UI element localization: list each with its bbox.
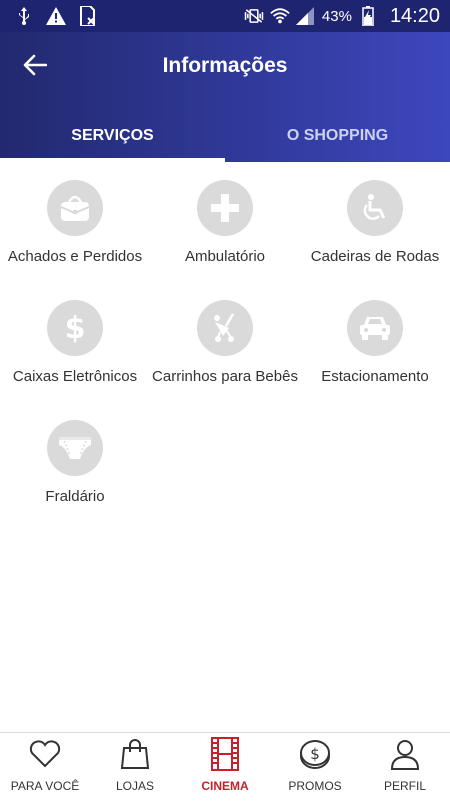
no-sim-icon bbox=[78, 6, 98, 26]
coin-icon: $ bbox=[298, 737, 332, 771]
service-label: Caixas Eletrônicos bbox=[12, 368, 138, 385]
car-icon bbox=[347, 300, 403, 356]
wifi-icon bbox=[270, 6, 290, 26]
active-tab-indicator bbox=[0, 158, 225, 162]
nav-label: LOJAS bbox=[115, 779, 154, 793]
service-label: Estacionamento bbox=[321, 368, 429, 385]
service-cadeiras-de-rodas[interactable]: Cadeiras de Rodas bbox=[300, 180, 450, 265]
service-label: Carrinhos para Bebês bbox=[152, 368, 298, 385]
service-label: Fraldário bbox=[45, 488, 105, 505]
battery-charging-icon bbox=[358, 6, 378, 26]
wheelchair-icon bbox=[347, 180, 403, 236]
usb-icon bbox=[14, 6, 34, 26]
nav-perfil[interactable]: PERFIL bbox=[360, 733, 450, 801]
nav-para-voce[interactable]: PARA VOCÊ bbox=[0, 733, 90, 801]
nav-label: PARA VOCÊ bbox=[10, 779, 80, 793]
tab-servicos[interactable]: SERVIÇOS bbox=[0, 110, 225, 162]
service-fraldario[interactable]: Fraldário bbox=[0, 420, 150, 505]
svg-text:$: $ bbox=[310, 745, 320, 763]
stroller-icon bbox=[197, 300, 253, 356]
service-estacionamento[interactable]: Estacionamento bbox=[300, 300, 450, 385]
nav-cinema[interactable]: CINEMA bbox=[180, 733, 270, 801]
status-bar: 43% 14:20 bbox=[0, 0, 450, 32]
nav-lojas[interactable]: LOJAS bbox=[90, 733, 180, 801]
tab-o-shopping[interactable]: O SHOPPING bbox=[225, 110, 450, 162]
tab-bar: SERVIÇOS O SHOPPING bbox=[0, 110, 450, 162]
bag-icon bbox=[47, 180, 103, 236]
plus-icon bbox=[197, 180, 253, 236]
warning-icon bbox=[46, 6, 66, 26]
service-label: Ambulatório bbox=[184, 248, 266, 265]
nav-label: CINEMA bbox=[201, 779, 249, 793]
page-title: Informações bbox=[162, 54, 288, 77]
shopping-bag-icon bbox=[118, 737, 152, 771]
vibrate-icon bbox=[244, 6, 264, 26]
service-label: Achados e Perdidos bbox=[7, 248, 143, 265]
nav-label: PERFIL bbox=[383, 779, 426, 793]
service-caixas-eletronicos[interactable]: $ Caixas Eletrônicos bbox=[0, 300, 150, 385]
nav-promos[interactable]: $ PROMOS bbox=[270, 733, 360, 801]
service-ambulatorio[interactable]: Ambulatório bbox=[150, 180, 300, 265]
service-label: Cadeiras de Rodas bbox=[310, 248, 440, 265]
signal-icon bbox=[295, 6, 316, 26]
film-icon bbox=[208, 737, 242, 771]
service-carrinhos-para-bebes[interactable]: Carrinhos para Bebês bbox=[150, 300, 300, 385]
dollar-icon: $ bbox=[47, 300, 103, 356]
bottom-navigation: PARA VOCÊ LOJAS CINEMA $ PROMOS PERFIL bbox=[0, 732, 450, 800]
diaper-icon bbox=[47, 420, 103, 476]
nav-label: PROMOS bbox=[288, 779, 342, 793]
user-icon bbox=[388, 737, 422, 771]
heart-icon bbox=[28, 737, 62, 771]
clock: 14:20 bbox=[389, 4, 440, 27]
app-header: Informações SERVIÇOS O SHOPPING bbox=[0, 32, 450, 162]
service-achados-e-perdidos[interactable]: Achados e Perdidos bbox=[0, 180, 150, 265]
battery-percentage: 43% bbox=[321, 7, 352, 25]
